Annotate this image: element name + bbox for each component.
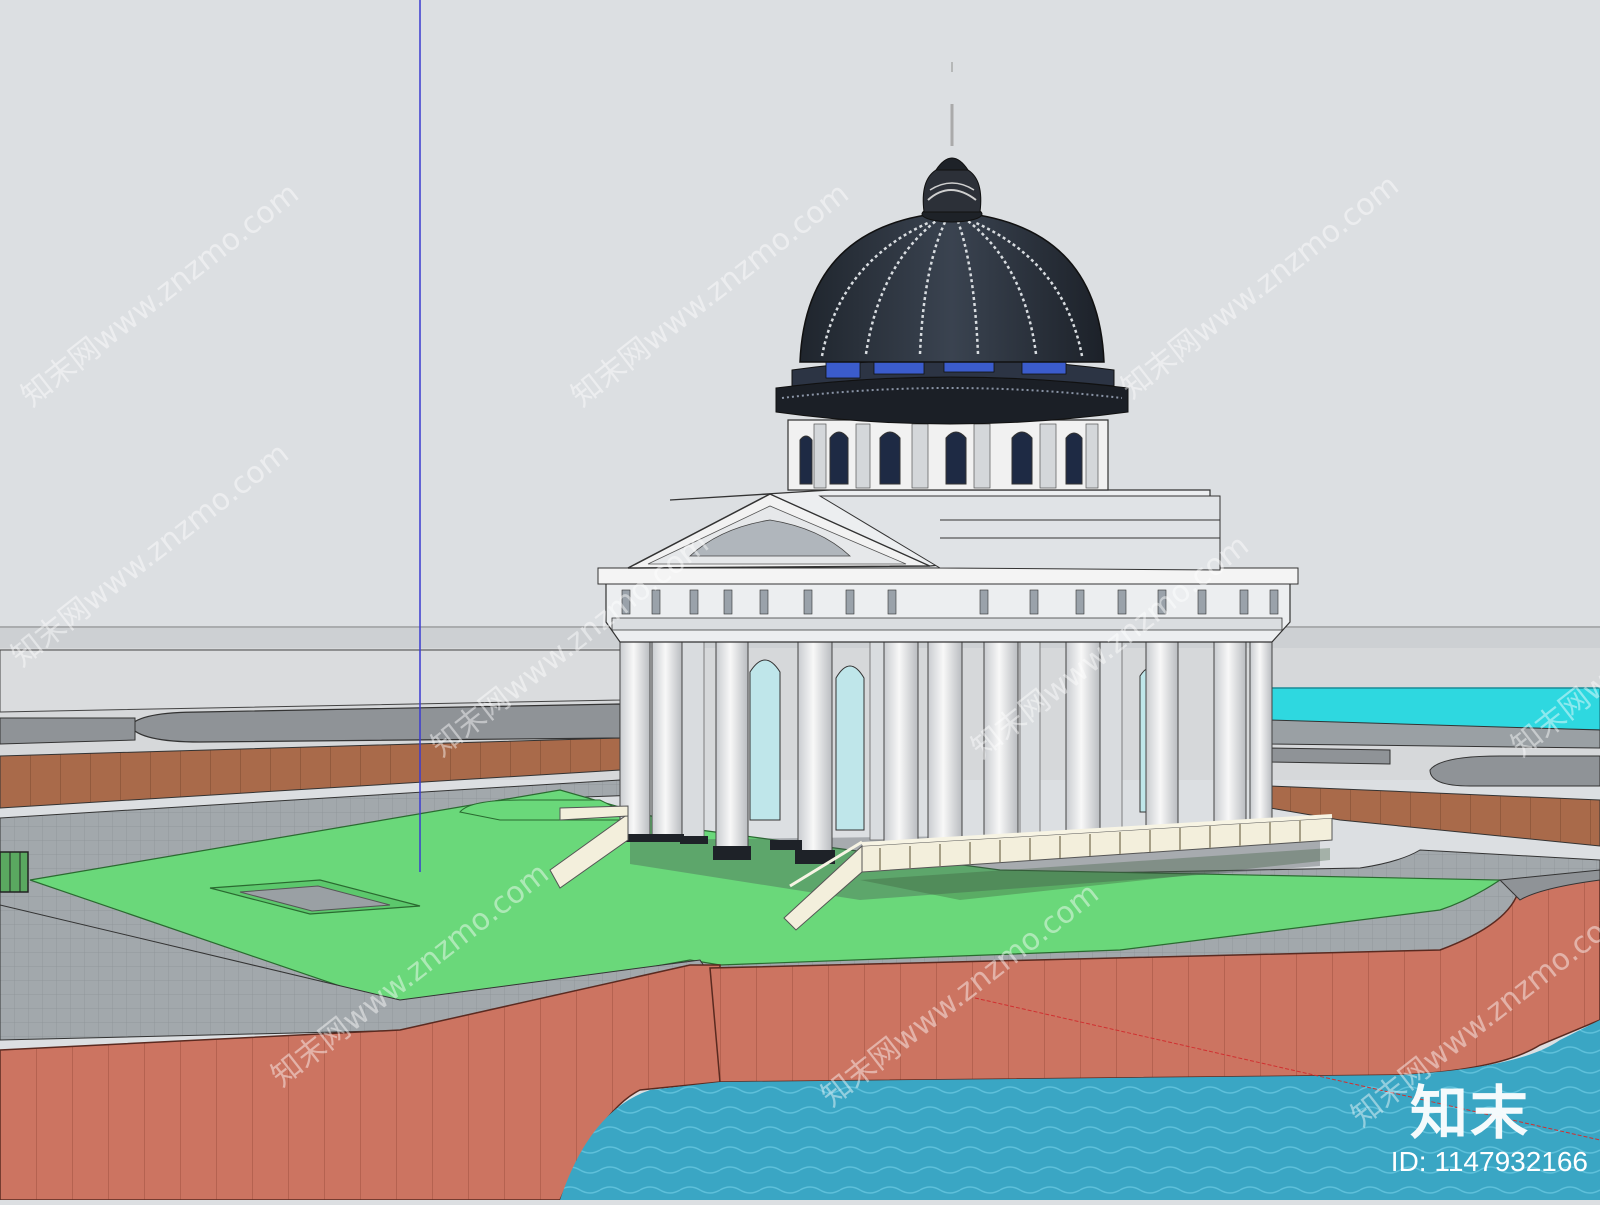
gate-object [0,851,29,893]
3d-model-viewport[interactable]: 知末网www.znzmo.com 知末网www.znzmo.com 知末网www… [0,0,1600,1201]
brand-logo: 知末 [1409,1079,1530,1147]
scene-canvas [0,0,1600,1201]
model-id-label: ID: 1147932166 [1390,1146,1588,1177]
